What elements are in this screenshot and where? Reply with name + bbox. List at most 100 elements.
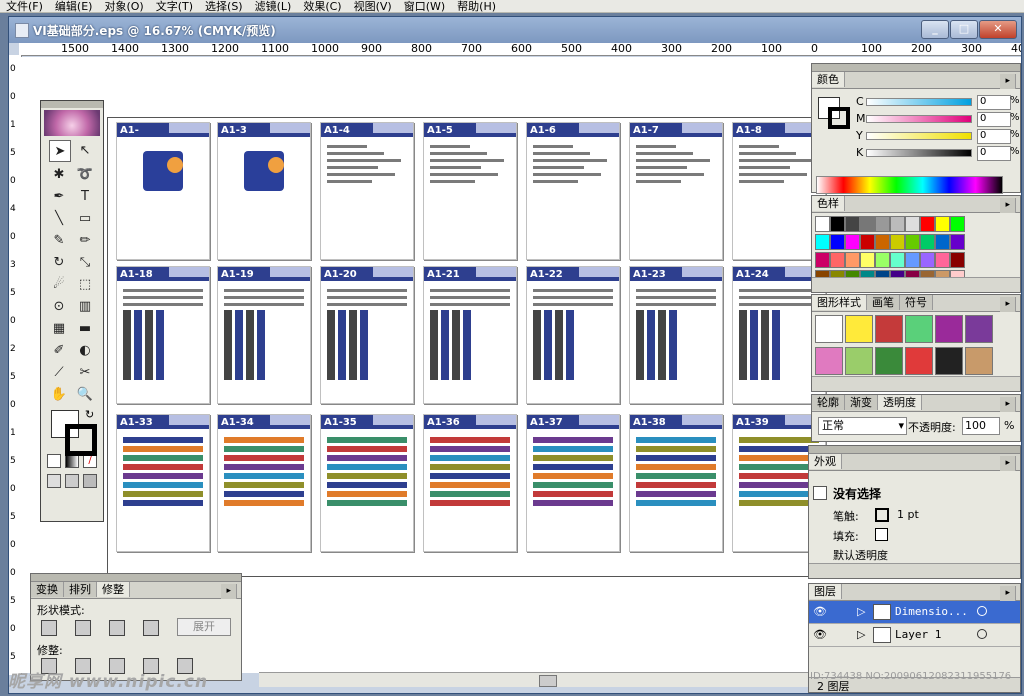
full-screen-menu-mode-button[interactable]: [65, 474, 79, 488]
fill-swatch-icon[interactable]: [875, 528, 888, 541]
graphic-style-swatch[interactable]: [935, 347, 963, 375]
blend-tool-icon[interactable]: ◐: [75, 340, 95, 360]
standard-screen-mode-button[interactable]: [47, 474, 61, 488]
swatch[interactable]: [950, 252, 965, 268]
pen-tool-icon[interactable]: ✒: [49, 186, 69, 206]
eye-icon[interactable]: 👁: [813, 628, 827, 641]
vi-page-thumbnail[interactable]: A1-18: [116, 266, 210, 404]
panel-grip[interactable]: [41, 101, 103, 108]
swatch[interactable]: [950, 234, 965, 250]
maximize-button[interactable]: □: [950, 20, 978, 39]
line-tool-icon[interactable]: ╲: [49, 208, 69, 228]
menu-item[interactable]: 文件(F): [0, 1, 49, 12]
graphic-style-swatch[interactable]: [845, 347, 873, 375]
tab-appearance[interactable]: 外观: [809, 454, 842, 469]
rectangle-tool-icon[interactable]: ▭: [75, 208, 95, 228]
layer-row[interactable]: 👁 ▷ Dimensio...: [809, 601, 1020, 624]
graphic-style-swatch[interactable]: [815, 315, 843, 343]
swatch[interactable]: [920, 216, 935, 232]
vi-page-thumbnail[interactable]: A1-23: [629, 266, 723, 404]
panel-grip[interactable]: [809, 446, 1020, 454]
panel-menu-icon[interactable]: ▸: [1000, 397, 1016, 412]
fill-stroke-swatches[interactable]: ↻: [41, 406, 103, 456]
channel-value-input[interactable]: 0: [977, 129, 1011, 144]
vi-page-thumbnail[interactable]: A1-33: [116, 414, 210, 552]
blend-mode-select[interactable]: 正常 ▾: [818, 417, 907, 435]
menu-item[interactable]: 对象(O): [98, 1, 149, 12]
vi-page-thumbnail[interactable]: A1-20: [320, 266, 414, 404]
graphic-style-swatch[interactable]: [815, 347, 843, 375]
panel-tab[interactable]: 排列: [64, 582, 97, 597]
channel-slider[interactable]: [866, 115, 972, 123]
swatch[interactable]: [890, 234, 905, 250]
panel-menu-icon[interactable]: ▸: [1000, 198, 1016, 213]
menu-item[interactable]: 编辑(E): [49, 1, 99, 12]
channel-slider[interactable]: [866, 132, 972, 140]
none-mode-button[interactable]: /: [83, 454, 97, 468]
channel-slider[interactable]: [866, 98, 972, 106]
menu-item[interactable]: 选择(S): [199, 1, 249, 12]
intersect-shape-button[interactable]: [109, 620, 125, 636]
panel-grip[interactable]: [31, 574, 241, 582]
panel-tab[interactable]: 变换: [31, 582, 64, 597]
graphic-style-swatch[interactable]: [965, 315, 993, 343]
tab-layers[interactable]: 图层: [809, 584, 842, 599]
graphic-style-swatch[interactable]: [965, 347, 993, 375]
swatch[interactable]: [935, 252, 950, 268]
swatch[interactable]: [830, 252, 845, 268]
selection-tool-icon[interactable]: ➤: [49, 140, 71, 162]
mesh-tool-icon[interactable]: ▦: [49, 318, 69, 338]
vi-page-thumbnail[interactable]: A1-37: [526, 414, 620, 552]
paintbrush-tool-icon[interactable]: ✎: [49, 230, 69, 250]
panel-grip[interactable]: [812, 64, 1020, 72]
vi-page-thumbnail[interactable]: A1-4: [320, 122, 414, 260]
swatch[interactable]: [890, 216, 905, 232]
free-transform-tool-icon[interactable]: ⬚: [75, 274, 95, 294]
swatch[interactable]: [860, 252, 875, 268]
swatch[interactable]: [875, 252, 890, 268]
stroke-swatch-icon[interactable]: [875, 508, 889, 522]
menu-item[interactable]: 视图(V): [348, 1, 398, 12]
swatch[interactable]: [815, 234, 830, 250]
swatch[interactable]: [920, 252, 935, 268]
scale-tool-icon[interactable]: ⤡: [75, 252, 95, 272]
swatch[interactable]: [950, 216, 965, 232]
vi-page-thumbnail[interactable]: A1-: [116, 122, 210, 260]
lasso-tool-icon[interactable]: ➰: [75, 164, 95, 184]
swatch[interactable]: [890, 252, 905, 268]
slice-tool-icon[interactable]: ⟋: [49, 362, 69, 382]
subtract-shape-button[interactable]: [75, 620, 91, 636]
horizontal-scrollbar[interactable]: [259, 672, 819, 687]
graphic-style-swatch[interactable]: [905, 315, 933, 343]
panel-menu-icon[interactable]: ▸: [1000, 586, 1016, 601]
gradient-mode-button[interactable]: [65, 454, 79, 468]
swatch[interactable]: [875, 234, 890, 250]
full-screen-mode-button[interactable]: [83, 474, 97, 488]
menu-item[interactable]: 文字(T): [150, 1, 199, 12]
swatch[interactable]: [830, 216, 845, 232]
panel-tab[interactable]: 符号: [900, 295, 933, 310]
expand-triangle-icon[interactable]: ▷: [857, 605, 865, 618]
pencil-tool-icon[interactable]: ✏: [75, 230, 95, 250]
eye-icon[interactable]: 👁: [813, 605, 827, 618]
panel-tab[interactable]: 画笔: [867, 295, 900, 310]
hand-tool-icon[interactable]: ✋: [49, 384, 69, 404]
swatch[interactable]: [905, 234, 920, 250]
channel-value-input[interactable]: 0: [977, 146, 1011, 161]
vi-page-thumbnail[interactable]: A1-3: [217, 122, 311, 260]
vi-page-thumbnail[interactable]: A1-38: [629, 414, 723, 552]
panel-tab[interactable]: 透明度: [878, 395, 922, 410]
swatch[interactable]: [875, 216, 890, 232]
type-tool-icon[interactable]: T: [75, 186, 95, 206]
scroll-thumb[interactable]: [539, 675, 557, 687]
scissors-tool-icon[interactable]: ✂: [75, 362, 95, 382]
vi-page-thumbnail[interactable]: A1-35: [320, 414, 414, 552]
close-button[interactable]: ✕: [979, 20, 1017, 39]
graphic-style-swatch[interactable]: [875, 347, 903, 375]
panel-menu-icon[interactable]: ▸: [1000, 297, 1016, 312]
swatch[interactable]: [830, 234, 845, 250]
swap-fill-stroke-icon[interactable]: ↻: [85, 408, 94, 421]
graphic-style-swatch[interactable]: [845, 315, 873, 343]
target-circle-icon[interactable]: [977, 606, 987, 616]
layer-row[interactable]: 👁 ▷ Layer 1: [809, 624, 1020, 647]
